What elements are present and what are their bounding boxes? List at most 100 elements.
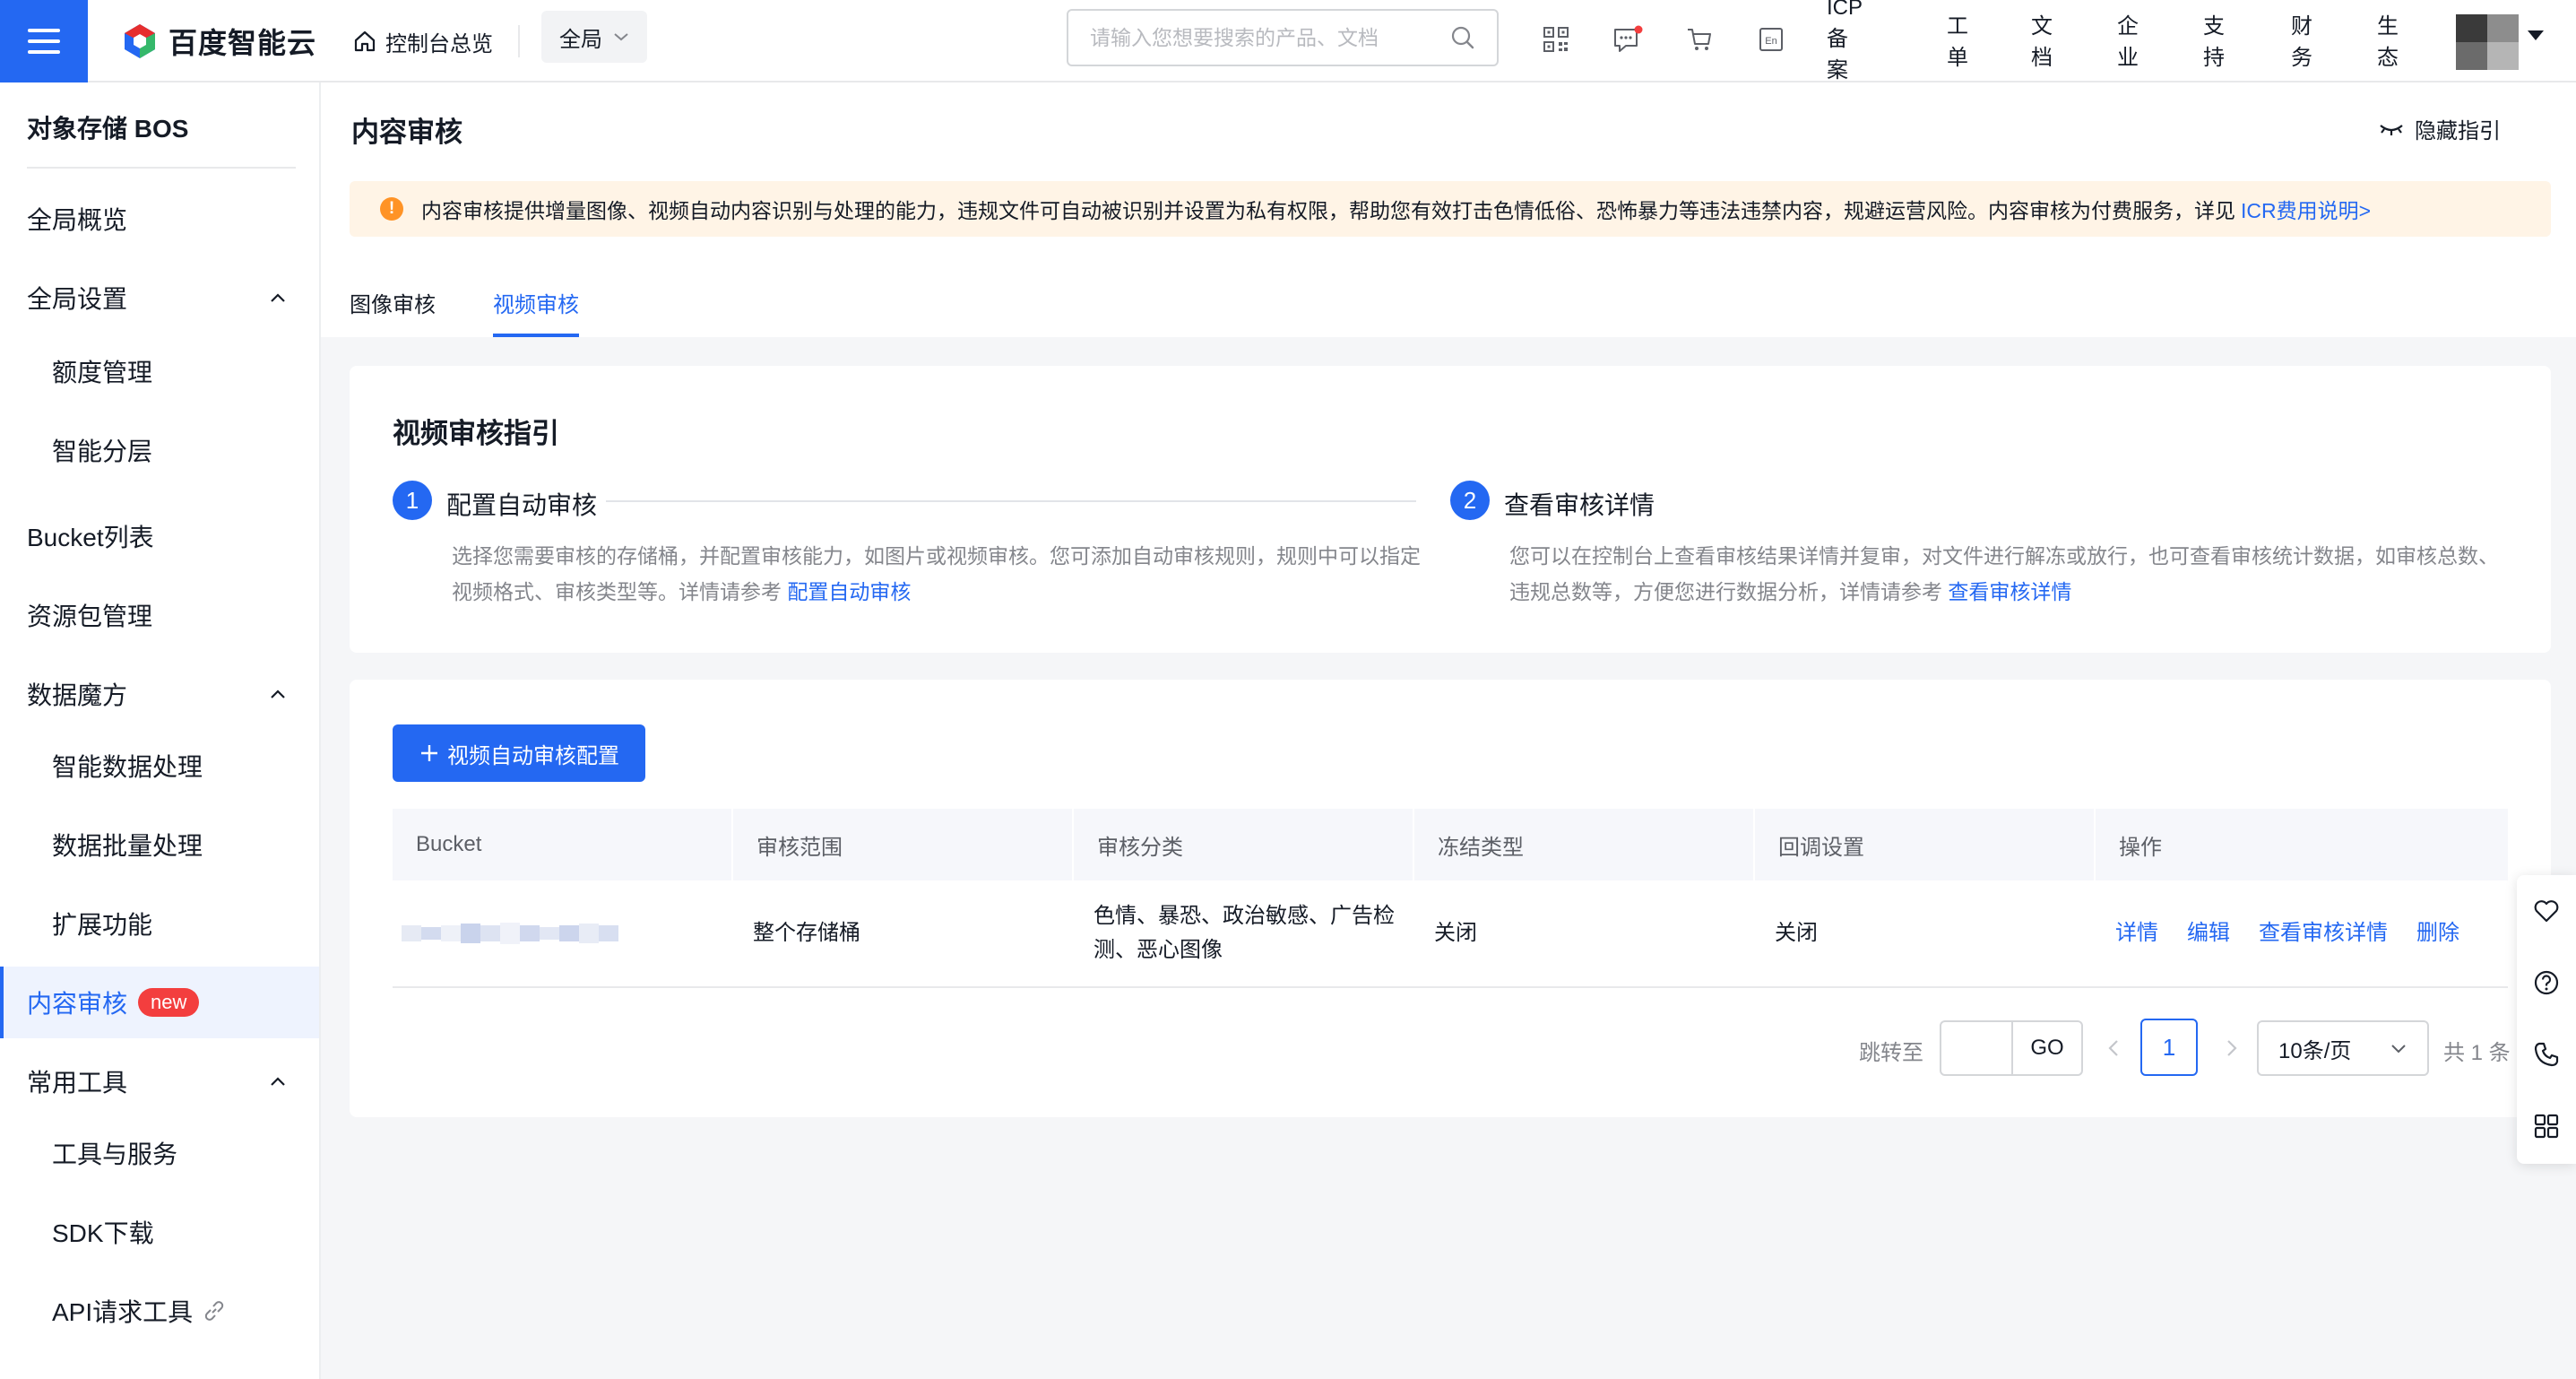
language-icon[interactable]: En	[1751, 20, 1791, 59]
nav-link-icp[interactable]: ICP备案	[1827, 0, 1863, 83]
sidebar-item-label: 全局设置	[27, 285, 128, 313]
sidebar-item-data-cube[interactable]: 数据魔方	[0, 658, 319, 730]
user-avatar[interactable]	[2456, 14, 2519, 70]
step-description: 您可以在控制台上查看审核结果详情并复审，对文件进行解冻或放行，也可查看审核统计数…	[1509, 538, 2504, 610]
sidebar-item-label: Bucket列表	[27, 524, 154, 551]
language-icon-text: En	[1765, 36, 1776, 47]
column-header: 冻结类型	[1414, 809, 1755, 880]
sidebar-item-tiering[interactable]: 智能分层	[0, 414, 319, 486]
chevron-down-icon	[614, 33, 628, 41]
callback-cell: 关闭	[1775, 921, 1818, 945]
sidebar-item-tools-services[interactable]: 工具与服务	[0, 1117, 319, 1189]
view-moderation-details-link[interactable]: 查看审核详情	[1948, 580, 2071, 603]
sidebar-item-quota[interactable]: 额度管理	[0, 335, 319, 407]
step-number: 1	[393, 481, 432, 520]
home-icon	[354, 30, 376, 52]
column-header: 审核分类	[1074, 809, 1414, 880]
sidebar-item-smart-processing[interactable]: 智能数据处理	[0, 730, 319, 802]
pricing-link[interactable]: ICR费用说明>	[2241, 194, 2371, 224]
step-description-text: 选择您需要审核的存储桶，并配置审核能力，如图片或视频审核。您可添加自动审核规则，…	[452, 544, 1421, 603]
chevron-up-icon	[271, 293, 285, 302]
sidebar-item-label: 资源包管理	[27, 603, 153, 630]
search-icon[interactable]	[1450, 25, 1475, 50]
sidebar-title: 对象存储 BOS	[27, 115, 189, 143]
sidebar-item-sdk-download[interactable]: SDK下载	[0, 1196, 319, 1268]
go-button[interactable]: GO	[2011, 1020, 2083, 1076]
sidebar-item-label: 工具与服务	[52, 1140, 178, 1168]
phone-icon[interactable]	[2532, 1040, 2561, 1069]
tab-video-moderation[interactable]: 视频审核	[493, 287, 579, 337]
nav-link-finance[interactable]: 财务	[2291, 8, 2312, 71]
guide-card: 视频审核指引 1 配置自动审核 选择您需要审核的存储桶，并配置审核能力，如图片或…	[350, 366, 2551, 653]
heart-icon[interactable]	[2532, 897, 2561, 925]
sidebar-item-overview[interactable]: 全局概览	[0, 183, 319, 255]
page-title: 内容审核	[351, 117, 462, 148]
console-home-link[interactable]: 控制台总览	[353, 22, 493, 61]
nav-link-ecosystem[interactable]: 生态	[2377, 8, 2399, 71]
sidebar-divider	[27, 167, 296, 169]
sidebar-item-label: API请求工具	[52, 1298, 194, 1326]
search-input[interactable]	[1090, 25, 1431, 50]
column-header[interactable]: Bucket	[393, 809, 733, 880]
total-count: 共 1 条	[2443, 1041, 2511, 1065]
sidebar-item-content-moderation[interactable]: 内容审核 new	[0, 967, 319, 1038]
sidebar-item-global-settings[interactable]: 全局设置	[0, 262, 319, 334]
prev-page-icon[interactable]	[2103, 1036, 2126, 1060]
sidebar-item-packages[interactable]: 资源包管理	[0, 579, 319, 651]
sidebar-item-label: 智能数据处理	[52, 753, 203, 781]
sidebar-item-tools[interactable]: 常用工具	[0, 1045, 319, 1117]
sidebar-item-label: 扩展功能	[52, 911, 153, 939]
moderation-config-card: 视频自动审核配置 Bucket 审核范围 审核分类 冻结类型 回调设置 操作 整…	[350, 680, 2551, 1117]
add-video-moderation-button[interactable]: 视频自动审核配置	[393, 724, 645, 782]
bucket-cell[interactable]	[393, 880, 733, 986]
nav-link-enterprise[interactable]: 企业	[2117, 8, 2139, 71]
current-page-button[interactable]: 1	[2140, 1019, 2198, 1076]
warning-icon: !	[380, 197, 403, 221]
user-menu-caret-icon[interactable]	[2528, 30, 2544, 40]
sidebar-item-batch-processing[interactable]: 数据批量处理	[0, 809, 319, 880]
cart-icon[interactable]	[1680, 20, 1719, 59]
eye-closed-icon	[2380, 124, 2403, 135]
hide-guide-label: 隐藏指引	[2415, 119, 2501, 143]
tab-image-moderation[interactable]: 图像审核	[350, 287, 436, 337]
global-search[interactable]	[1067, 9, 1499, 66]
view-details-action-link[interactable]: 查看审核详情	[2259, 916, 2388, 950]
top-navbar: 百度智能云 控制台总览 全局 请输入您想要搜索的产品、文档 En ICP备案 工…	[0, 0, 2576, 82]
jump-page-input[interactable]	[1940, 1020, 2013, 1076]
bucket-name-redacted	[402, 923, 618, 944]
brand-logo[interactable]: 百度智能云	[120, 20, 316, 63]
hamburger-menu-button[interactable]	[0, 0, 88, 82]
nav-link-support[interactable]: 支持	[2203, 8, 2225, 71]
sidebar-item-extensions[interactable]: 扩展功能	[0, 888, 319, 959]
jump-to-label: 跳转至	[1859, 1041, 1923, 1065]
sidebar-item-bucket-list[interactable]: Bucket列表	[0, 500, 319, 572]
chevron-up-icon	[271, 1077, 285, 1086]
console-home-label: 控制台总览	[385, 31, 493, 56]
plus-icon	[421, 745, 437, 761]
nav-link-docs[interactable]: 文档	[2031, 8, 2053, 71]
help-icon[interactable]	[2532, 968, 2561, 997]
qrcode-icon[interactable]	[1536, 20, 1576, 59]
moderation-table: Bucket 审核范围 审核分类 冻结类型 回调设置 操作 整个存储桶 色情、暴…	[393, 809, 2508, 988]
delete-action-link[interactable]: 删除	[2416, 916, 2459, 950]
page-header: 内容审核 隐藏指引 ! 内容审核提供增量图像、视频自动内容识别与处理的能力，违规…	[321, 82, 2576, 337]
sidebar-item-api-tool[interactable]: API请求工具	[0, 1275, 319, 1347]
table-header: Bucket 审核范围 审核分类 冻结类型 回调设置 操作	[393, 809, 2508, 880]
sidebar-item-label: 数据批量处理	[52, 832, 203, 860]
message-icon[interactable]	[1608, 20, 1647, 59]
region-selector[interactable]: 全局	[541, 11, 647, 63]
next-page-icon[interactable]	[2219, 1036, 2243, 1060]
step-number: 2	[1450, 481, 1490, 520]
topbar-divider	[518, 25, 520, 57]
details-action-link[interactable]: 详情	[2115, 916, 2158, 950]
hide-guide-button[interactable]: 隐藏指引	[2379, 113, 2501, 144]
nav-link-ticket[interactable]: 工单	[1947, 8, 1968, 71]
sidebar-item-label: 额度管理	[52, 359, 153, 386]
page-size-select[interactable]: 10条/页	[2257, 1020, 2429, 1076]
sidebar: 对象存储 BOS 全局概览 全局设置 额度管理 智能分层 Bucket列表 资源…	[0, 82, 321, 1379]
edit-action-link[interactable]: 编辑	[2187, 916, 2230, 950]
configure-auto-moderation-link[interactable]: 配置自动审核	[787, 580, 911, 603]
notice-text: 内容审核提供增量图像、视频自动内容识别与处理的能力，违规文件可自动被识别并设置为…	[421, 199, 2235, 222]
apps-grid-icon[interactable]	[2532, 1112, 2561, 1140]
column-header: 审核范围	[733, 809, 1074, 880]
